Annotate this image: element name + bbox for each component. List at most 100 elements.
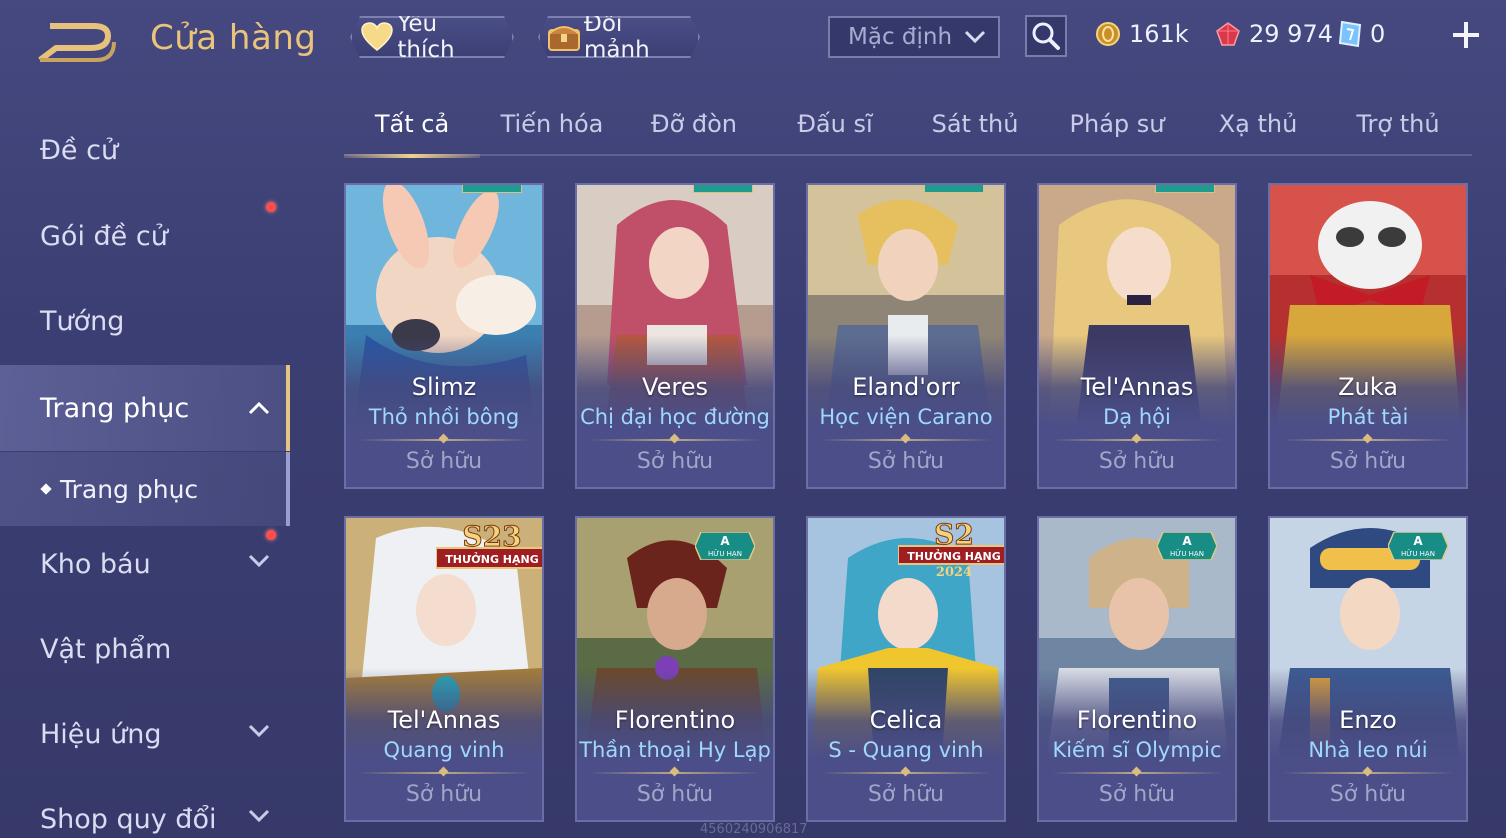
skin-card[interactable]: Eland'orr Học viện Carano Sở hữu [806,183,1006,489]
season-rank-badge: S23 THƯỞNG HẠNG [436,520,542,569]
tab-marksman[interactable]: Xạ thủ [1192,110,1324,156]
heart-icon [358,19,395,55]
sidebar-item-treasure[interactable]: Kho báu [0,524,290,604]
limited-ribbon [924,185,984,193]
skin-card[interactable]: A HỮU HẠN Enzo Nhà leo núi Sở hữu [1268,516,1468,822]
owned-status: Sở hữu [405,782,483,807]
gold-amount: 161k [1129,20,1189,48]
sidebar-item-effects[interactable]: Hiệu ứng [0,694,290,774]
divider [1282,772,1454,774]
voucher-amount: 0 [1370,20,1386,48]
divider [1051,772,1223,774]
skin-name: Nhà leo núi [1308,738,1428,762]
search-button[interactable] [1025,15,1067,57]
badge-letter: A [720,534,730,548]
back-arrow-icon[interactable] [38,22,118,64]
sidebar-subitem-skins[interactable]: Trang phục [0,452,290,526]
gold-coin-icon [1096,22,1120,46]
skin-name: Dạ hội [1103,405,1171,429]
tab-evolution[interactable]: Tiến hóa [486,110,618,156]
sidebar-item-label: Gói đề cử [40,220,168,252]
sort-value: Mặc định [848,24,953,50]
diamond-bullet-icon [40,483,52,495]
season-badge-text: S2 [934,520,974,551]
sidebar-item-label: Vật phẩm [40,633,172,665]
add-icon[interactable] [1449,18,1483,52]
owned-status: Sở hữu [636,449,714,474]
favorites-label: Yêu thích [397,11,455,63]
skin-card[interactable]: Veres Chị đại học đường Sở hữu [575,183,775,489]
skin-name: Kiếm sĩ Olympic [1052,738,1222,762]
page-title: Cửa hàng [150,18,317,58]
sidebar-item-exchange-shop[interactable]: Shop quy đổi [0,779,290,838]
gem-amount: 29 974 [1249,20,1333,48]
sidebar-item-label: Hiệu ứng [40,718,162,750]
hero-name: Florentino [1076,706,1198,734]
watermark-text: 4560240906817 [700,822,808,837]
tab-tank[interactable]: Đỡ đòn [628,110,760,156]
skin-card[interactable]: Tel'Annas Dạ hội Sở hữu [1037,183,1237,489]
divider [589,772,761,774]
hero-name: Enzo [1339,706,1397,734]
notification-dot [266,202,276,212]
hero-name: Veres [642,373,708,401]
tab-fighter[interactable]: Đấu sĩ [769,110,901,156]
divider [820,772,992,774]
sidebar-item-label: Kho báu [40,548,151,580]
tab-assassin[interactable]: Sát thủ [909,110,1041,156]
badge-letter: A [1413,534,1423,548]
owned-status: Sở hữu [636,782,714,807]
divider [820,439,992,441]
hero-name: Zuka [1338,373,1398,401]
tab-all[interactable]: Tất cả [344,110,480,158]
sidebar-item-heroes[interactable]: Tướng [0,281,290,361]
limited-ribbon [693,185,753,193]
sort-dropdown[interactable]: Mặc định [828,16,1000,58]
treasure-chest-icon [546,19,582,55]
limited-a-badge: A HỮU HẠN [695,532,755,560]
skin-card[interactable]: Slimz Thỏ nhồi bông Sở hữu [344,183,544,489]
skin-name: Thần thoại Hy Lạp [579,738,771,762]
sidebar-item-skins[interactable]: Trang phục [0,365,290,451]
hero-name: Florentino [614,706,736,734]
chevron-up-icon [248,401,270,415]
category-tabs: Tất cả Tiến hóa Đỡ đòn Đấu sĩ Sát thủ Ph… [344,100,1472,158]
badge-letter: A [1182,534,1192,548]
season-rank-badge: S2 THƯỞNG HẠNG 2024 [898,520,1004,578]
skin-card[interactable]: Zuka Phát tài Sở hữu [1268,183,1468,489]
shard-exchange-button[interactable]: Đổi mảnh [538,16,700,58]
hero-name: Eland'orr [852,373,960,401]
tab-support[interactable]: Trợ thủ [1332,110,1464,156]
divider [589,439,761,441]
sidebar-item-recommended[interactable]: Đề cử [0,110,290,190]
sidebar-item-items[interactable]: Vật phẩm [0,609,290,689]
skin-card[interactable]: S23 THƯỞNG HẠNG Tel'Annas Quang vinh Sở … [344,516,544,822]
owned-status: Sở hữu [1098,449,1176,474]
owned-status: Sở hữu [1329,782,1407,807]
hero-name: Celica [869,706,943,734]
skin-name: Quang vinh [383,738,505,762]
tab-mage[interactable]: Pháp sư [1051,110,1183,156]
skin-card[interactable]: A HỮU HẠN Florentino Kiếm sĩ Olympic Sở … [1037,516,1237,822]
skin-card[interactable]: A HỮU HẠN Florentino Thần thoại Hy Lạp S… [575,516,775,822]
owned-status: Sở hữu [405,449,483,474]
skin-name: S - Quang vinh [828,738,984,762]
divider [358,772,530,774]
gem-balance: 29 974 [1215,18,1333,50]
owned-status: Sở hữu [867,449,945,474]
skin-name: Học viện Carano [819,405,993,429]
favorites-button[interactable]: Yêu thích [350,16,514,58]
limited-ribbon [1155,185,1215,193]
sidebar-item-label: Tướng [40,305,125,337]
chevron-down-icon [964,30,986,44]
top-bar: Cửa hàng Yêu thích Đổi mảnh Mặc định 161… [0,0,1506,80]
sidebar-item-bundles[interactable]: Gói đề cử [0,196,290,276]
badge-limited-text: HỮU HẠN [1401,549,1435,558]
skin-card[interactable]: S2 THƯỞNG HẠNG 2024 Celica S - Quang vin… [806,516,1006,822]
sidebar-subitem-label: Trang phục [60,474,199,504]
hero-name: Tel'Annas [1080,373,1194,401]
owned-status: Sở hữu [1098,782,1176,807]
notification-dot [266,530,276,540]
sidebar-item-label: Đề cử [40,134,119,166]
sidebar-item-label: Shop quy đổi [40,803,217,835]
